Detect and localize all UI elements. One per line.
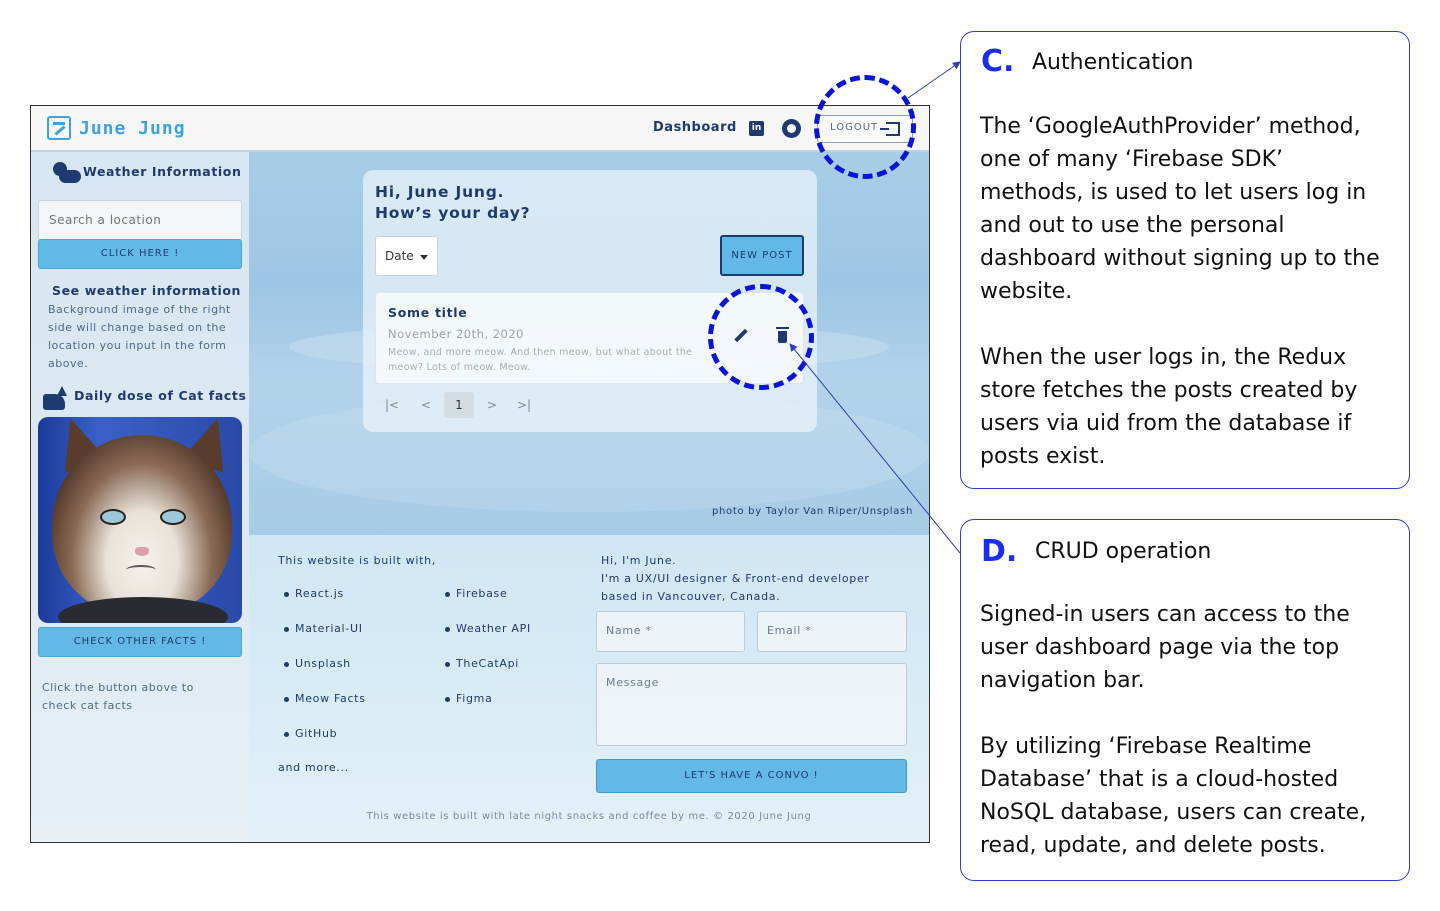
first-page-button[interactable]: |< [379, 392, 405, 418]
tool-item: Material-UI [284, 622, 363, 635]
tool-item: GitHub [284, 727, 337, 740]
and-more-text: and more... [278, 761, 349, 774]
weather-heading: See weather information [52, 283, 242, 298]
cat-icon [43, 386, 69, 410]
connector-c [907, 61, 961, 99]
cat-hint-text: Click the button above to check cat fact… [42, 681, 194, 712]
greeting-line-1: Hi, June Jung. [375, 183, 505, 201]
caret-down-icon [420, 255, 428, 260]
github-icon[interactable] [782, 119, 801, 138]
greeting: Hi, June Jung. How’s your day? [375, 182, 530, 224]
tool-item: Firebase [445, 587, 507, 600]
cat-photo [38, 417, 242, 623]
weather-description: Background image of the right side will … [48, 303, 231, 370]
sidebar: Weather Information CLICK HERE ! See wea… [31, 152, 249, 842]
search-location-button[interactable]: CLICK HERE ! [38, 239, 242, 269]
built-with-title: This website is built with, [278, 554, 436, 567]
brand-name[interactable]: June Jung [79, 118, 186, 139]
last-page-button[interactable]: >| [511, 392, 537, 418]
sort-select-value: Date [385, 249, 414, 263]
submit-convo-button[interactable]: LET'S HAVE A CONVO ! [596, 759, 907, 793]
prev-page-button[interactable]: < [413, 392, 439, 418]
brand-logo-icon[interactable] [47, 116, 71, 140]
sort-select[interactable]: Date [375, 236, 438, 276]
annotation-crud: D. CRUD operation Signed-in users can ac… [960, 519, 1410, 881]
app-screenshot: June Jung Dashboard in LOGOUT Weather In… [30, 105, 930, 843]
weather-section-title: Weather Information [83, 164, 242, 179]
post-title: Some title [388, 305, 468, 320]
photo-credit[interactable]: photo by Taylor Van Riper/Unsplash [712, 506, 913, 517]
annotation-title: Authentication [1032, 50, 1194, 75]
location-search-input[interactable] [38, 200, 242, 240]
about-text: Hi, I'm June. I'm a UX/UI designer & Fro… [601, 554, 870, 603]
annotation-body: The ‘GoogleAuthProvider’ method, one of … [980, 114, 1380, 469]
message-field[interactable]: Message [596, 663, 907, 746]
check-cat-facts-button[interactable]: CHECK OTHER FACTS ! [38, 627, 242, 657]
name-field[interactable]: Name * [596, 611, 745, 652]
copyright: This website is built with late night sn… [366, 811, 812, 822]
logout-highlight-circle [814, 75, 916, 179]
new-post-button[interactable]: NEW POST [720, 235, 804, 276]
tool-item: Meow Facts [284, 692, 366, 705]
footer: This website is built with, React.js Mat… [249, 535, 929, 842]
tool-item: TheCatApi [445, 657, 519, 670]
tool-item: Weather API [445, 622, 531, 635]
annotation-letter: C. [981, 44, 1015, 79]
dashboard-link[interactable]: Dashboard [653, 120, 737, 135]
post-body: Meow, and more meow. And then meow, but … [388, 347, 693, 373]
top-navigation-bar: June Jung Dashboard in LOGOUT [31, 106, 929, 152]
annotation-title: CRUD operation [1035, 539, 1212, 564]
annotation-body: Signed-in users can access to the user d… [980, 602, 1367, 858]
email-field[interactable]: Email * [757, 611, 907, 652]
next-page-button[interactable]: > [479, 392, 505, 418]
tool-item: React.js [284, 587, 344, 600]
cat-section-title: Daily dose of Cat facts [74, 388, 247, 403]
linkedin-icon[interactable]: in [749, 121, 764, 136]
annotation-authentication: C. Authentication The ‘GoogleAuthProvide… [960, 31, 1410, 489]
crud-highlight-circle [708, 284, 814, 390]
tool-item: Unsplash [284, 657, 351, 670]
annotation-letter: D. [981, 534, 1018, 569]
weather-icon [51, 162, 81, 184]
greeting-line-2: How’s your day? [375, 204, 531, 222]
dashboard-hero: Hi, June Jung. How’s your day? Date NEW … [249, 152, 929, 535]
tool-item: Figma [445, 692, 493, 705]
current-page-button[interactable]: 1 [444, 392, 474, 418]
post-date: November 20th, 2020 [388, 327, 524, 341]
